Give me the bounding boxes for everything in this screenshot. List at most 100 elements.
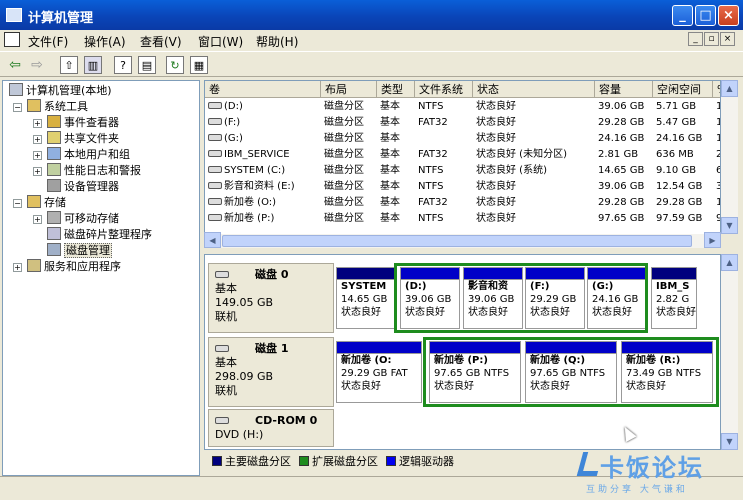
table-row[interactable]: SYSTEM (C:) 磁盘分区 基本 NTFS 状态良好 (系统) 14.65 GB 9.…: [205, 163, 720, 179]
tree-expander-icon[interactable]: +: [33, 119, 42, 128]
menu-view[interactable]: 查看(V): [140, 33, 182, 50]
event-viewer-icon: [47, 115, 61, 128]
refresh-icon[interactable]: ↻: [166, 56, 184, 74]
horizontal-scroll-thumb[interactable]: [222, 235, 692, 247]
legend-label: 扩展磁盘分区: [312, 455, 378, 468]
table-cell: NTFS: [418, 213, 444, 224]
tree-expander-icon[interactable]: +: [33, 215, 42, 224]
back-arrow-icon[interactable]: ⇦: [6, 56, 24, 74]
table-row[interactable]: 新加卷 (P:)磁盘分区基本NTFS状态良好97.65 GB97.59 GB9: [205, 211, 720, 227]
tree-item-label: 磁盘管理: [64, 243, 112, 258]
tree-item[interactable]: 共享文件夹: [47, 131, 119, 147]
tree-expander-icon[interactable]: −: [13, 103, 22, 112]
disk-info-panel[interactable]: 磁盘 1 基本 298.09 GB 联机: [208, 337, 334, 407]
mdi-child-icon[interactable]: [4, 32, 20, 47]
disk-info-panel[interactable]: 磁盘 0 基本 149.05 GB 联机: [208, 263, 334, 333]
hard-disk-icon: [215, 345, 229, 352]
partition-block[interactable]: 新加卷 (O: 29.29 GB FAT 状态良好: [336, 341, 422, 403]
help-icon[interactable]: ▤: [138, 56, 156, 74]
menu-file[interactable]: 文件(F): [28, 33, 68, 50]
tree-item[interactable]: 服务和应用程序: [27, 259, 121, 275]
table-row[interactable]: 影音和资料 (E:) 磁盘分区 基本 NTFS 状态良好 39.06 GB 12.54 GB…: [205, 179, 720, 195]
computer-management-icon: [9, 83, 23, 96]
table-cell: NTFS: [418, 181, 444, 192]
disk-view-vertical-scrollbar[interactable]: ▲ ▼: [721, 254, 738, 450]
scroll-left-icon[interactable]: ◀: [204, 232, 221, 248]
watermark-text: 卡饭论坛: [600, 454, 704, 482]
tree-expander-icon[interactable]: +: [33, 167, 42, 176]
tree-item[interactable]: 系统工具: [27, 99, 88, 115]
system-tools-icon: [27, 99, 41, 112]
column-header[interactable]: 状态: [473, 81, 595, 98]
column-header[interactable]: 卷: [205, 81, 321, 98]
scroll-up-icon[interactable]: ▲: [721, 254, 738, 271]
menu-help[interactable]: 帮助(H): [256, 33, 298, 50]
tree-item[interactable]: 可移动存储: [47, 211, 119, 227]
disk-management-icon: [47, 243, 61, 256]
disk-info-panel[interactable]: CD-ROM 0 DVD (H:): [208, 409, 334, 447]
scroll-down-icon[interactable]: ▼: [721, 217, 738, 234]
partition-block[interactable]: IBM_S 2.82 G 状态良好: [651, 267, 697, 329]
tree-item[interactable]: 磁盘管理: [47, 243, 112, 259]
minimize-button[interactable]: _: [672, 5, 693, 26]
mdi-minimize-button[interactable]: _: [688, 32, 703, 46]
column-header[interactable]: 容量: [595, 81, 653, 98]
partition-block[interactable]: SYSTEM 14.65 GB 状态良好: [336, 267, 396, 329]
tree-item[interactable]: 磁盘碎片整理程序: [47, 227, 152, 243]
table-cell: 97.65 GB: [598, 213, 645, 224]
show-tree-icon[interactable]: ▥: [84, 56, 102, 74]
maximize-button[interactable]: □: [695, 5, 716, 26]
scroll-right-icon[interactable]: ▶: [704, 232, 721, 248]
volume-name: (D:): [224, 101, 243, 112]
disk-type: DVD (H:): [215, 428, 264, 441]
up-folder-icon[interactable]: ⇧: [60, 56, 78, 74]
navigation-tree: 计算机管理(本地) − 系统工具 + 事件查看器 + 共享文件夹 + 本地用户和组 + 性能日志和警…: [2, 80, 200, 476]
menu-bar: 文件(F) 操作(A) 查看(V) 窗口(W) 帮助(H) _ ▫ ×: [0, 30, 743, 50]
column-header[interactable]: 类型: [377, 81, 415, 98]
column-header[interactable]: %: [713, 81, 720, 98]
properties-icon[interactable]: ?: [114, 56, 132, 74]
forward-arrow-icon[interactable]: ⇨: [28, 56, 46, 74]
volume-name: 新加卷 (O:): [224, 197, 277, 208]
table-row[interactable]: (G:)磁盘分区基本状态良好24.16 GB24.16 GB1: [205, 131, 720, 147]
table-cell: 2.81 GB: [598, 149, 639, 160]
tree-expander-icon[interactable]: +: [33, 135, 42, 144]
menu-window[interactable]: 窗口(W): [198, 33, 243, 50]
column-header[interactable]: 空闲空间: [653, 81, 713, 98]
tree-item-label: 性能日志和警报: [64, 164, 141, 177]
tree-item[interactable]: 存储: [27, 195, 66, 211]
volume-list-horizontal-scrollbar[interactable]: ◀ ▶: [204, 232, 721, 248]
volume-name: (G:): [224, 133, 243, 144]
table-cell: 状态良好: [476, 181, 516, 192]
partition-status: 状态良好: [341, 307, 381, 318]
table-cell: 磁盘分区: [324, 181, 364, 192]
table-row[interactable]: (D:)磁盘分区基本NTFS状态良好39.06 GB5.71 GB1: [205, 99, 720, 115]
defrag-icon: [47, 227, 61, 240]
tree-item[interactable]: 事件查看器: [47, 115, 119, 131]
tree-expander-icon[interactable]: +: [33, 151, 42, 160]
tree-item[interactable]: 计算机管理(本地): [9, 83, 112, 99]
volume-list-vertical-scrollbar[interactable]: ▲ ▼: [721, 80, 738, 234]
table-cell: 磁盘分区: [324, 197, 364, 208]
menu-action[interactable]: 操作(A): [84, 33, 126, 50]
export-list-icon[interactable]: ▦: [190, 56, 208, 74]
tree-item[interactable]: 本地用户和组: [47, 147, 130, 163]
column-header[interactable]: 布局: [321, 81, 377, 98]
partition-type-bar: [337, 342, 421, 354]
disk-header: CD-ROM 0: [215, 414, 327, 428]
close-button[interactable]: ×: [718, 5, 739, 26]
mdi-restore-button[interactable]: ▫: [704, 32, 719, 46]
table-cell: 29.28 GB: [656, 197, 703, 208]
hard-disk-icon: [215, 271, 229, 278]
mdi-close-button[interactable]: ×: [720, 32, 735, 46]
table-row[interactable]: IBM_SERVICE 磁盘分区 基本 FAT32 状态良好 (未知分区) 2.81 GB…: [205, 147, 720, 163]
tree-item[interactable]: 设备管理器: [47, 179, 119, 195]
column-header[interactable]: 文件系统: [415, 81, 473, 98]
table-row[interactable]: 新加卷 (O:)磁盘分区基本FAT32状态良好29.28 GB29.28 GB1: [205, 195, 720, 211]
tree-expander-icon[interactable]: +: [13, 263, 22, 272]
tree-item[interactable]: 性能日志和警报: [47, 163, 141, 179]
partition-status: 状态良好: [656, 307, 696, 318]
table-row[interactable]: (F:)磁盘分区基本FAT32状态良好29.28 GB5.47 GB1: [205, 115, 720, 131]
tree-expander-icon[interactable]: −: [13, 199, 22, 208]
scroll-up-icon[interactable]: ▲: [721, 80, 738, 97]
